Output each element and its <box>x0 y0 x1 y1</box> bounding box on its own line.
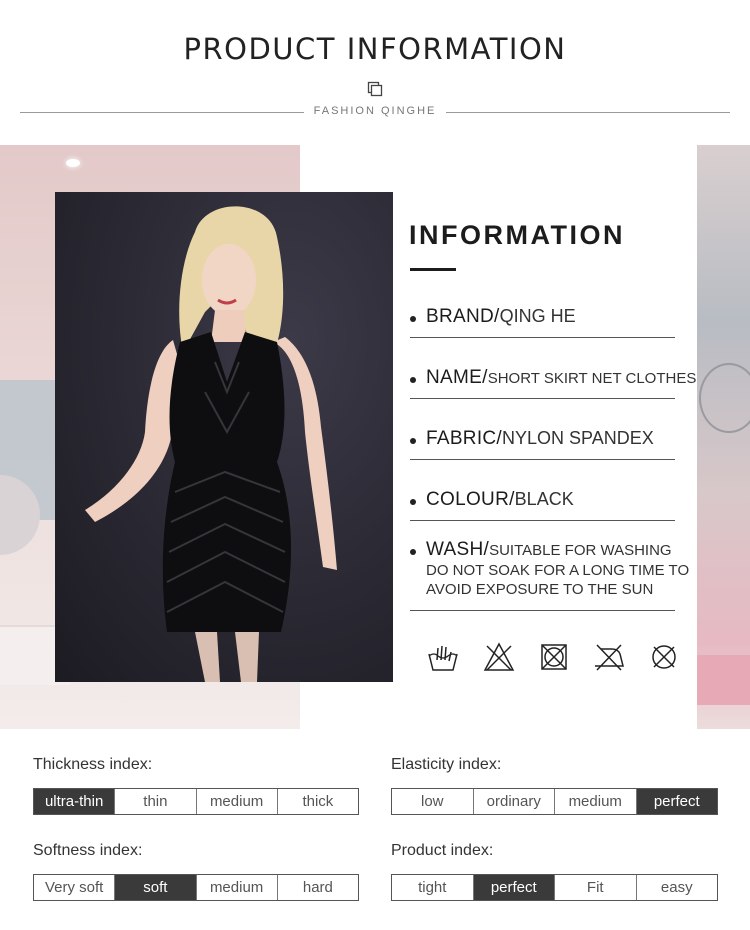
do-not-iron-icon <box>595 644 624 671</box>
info-title: INFORMATION <box>409 220 625 250</box>
do-not-tumble-dry-icon <box>541 644 567 670</box>
thickness-option-medium: medium <box>195 789 277 814</box>
softness-index-scale: Very soft soft medium hard <box>33 874 359 901</box>
info-row-fabric: FABRIC/NYLON SPANDEX <box>410 428 675 460</box>
elasticity-option-low: low <box>420 793 444 810</box>
fabric-key: FABRIC/ <box>426 428 503 449</box>
wash-note-1: DO NOT SOAK FOR A LONG TIME TO <box>426 562 690 579</box>
product-option-fit: Fit <box>554 875 636 900</box>
thickness-index-scale: ultra-thin thin medium thick <box>33 788 359 815</box>
colour-value: BLACK <box>514 489 574 509</box>
elasticity-option-perfect: perfect <box>635 789 717 814</box>
product-index-label: Product index: <box>391 842 494 859</box>
thickness-option-ultra-thin: ultra-thin <box>34 789 115 814</box>
wash-note-2: AVOID EXPOSURE TO THE SUN <box>426 581 654 598</box>
room-background-right <box>697 145 750 729</box>
product-index-scale: tight perfect Fit easy <box>391 874 718 901</box>
copy-icon <box>367 81 383 97</box>
product-option-tight: tight <box>418 879 447 896</box>
brand-value: QING HE <box>499 306 576 326</box>
name-value: SHORT SKIRT NET CLOTHES <box>487 370 697 387</box>
colour-key: COLOUR/ <box>426 489 515 510</box>
product-option-easy: easy <box>635 875 718 900</box>
name-key: NAME/ <box>426 367 488 388</box>
wash-key: WASH/ <box>426 539 490 560</box>
softness-option-medium: medium <box>195 875 277 900</box>
softness-option-hard: hard <box>276 875 358 900</box>
page-title: PRODUCT INFORMATION <box>183 32 567 66</box>
softness-option-very-soft: Very soft <box>44 879 104 896</box>
product-photo <box>55 192 393 682</box>
info-row-brand: BRAND/QING HE <box>410 306 675 338</box>
thickness-option-thin: thin <box>114 789 195 814</box>
softness-option-soft: soft <box>114 875 196 900</box>
softness-index-label: Softness index: <box>33 842 143 859</box>
info-row-colour: COLOUR/BLACK <box>410 489 675 521</box>
elasticity-option-medium: medium <box>554 789 636 814</box>
wash-value: SUITABLE FOR WASHING <box>489 542 672 559</box>
thickness-option-thick: thick <box>276 789 358 814</box>
info-row-name: NAME/SHORT SKIRT NET CLOTHES <box>410 367 696 399</box>
thickness-index-label: Thickness index: <box>33 756 153 773</box>
brand-key: BRAND/ <box>426 306 500 327</box>
fabric-value: NYLON SPANDEX <box>502 428 654 448</box>
elasticity-option-ordinary: ordinary <box>472 789 555 814</box>
page-subtitle: FASHION QINGHE <box>313 105 437 117</box>
elasticity-index-label: Elasticity index: <box>391 756 502 773</box>
hand-wash-icon <box>428 645 458 671</box>
info-title-underline <box>410 268 456 271</box>
elasticity-index-scale: low ordinary medium perfect <box>391 788 718 815</box>
do-not-bleach-icon <box>483 642 515 671</box>
info-row-wash: WASH/SUITABLE FOR WASHING DO NOT SOAK FO… <box>410 539 689 611</box>
do-not-dry-clean-icon <box>652 645 676 669</box>
product-option-perfect: perfect <box>472 875 554 900</box>
